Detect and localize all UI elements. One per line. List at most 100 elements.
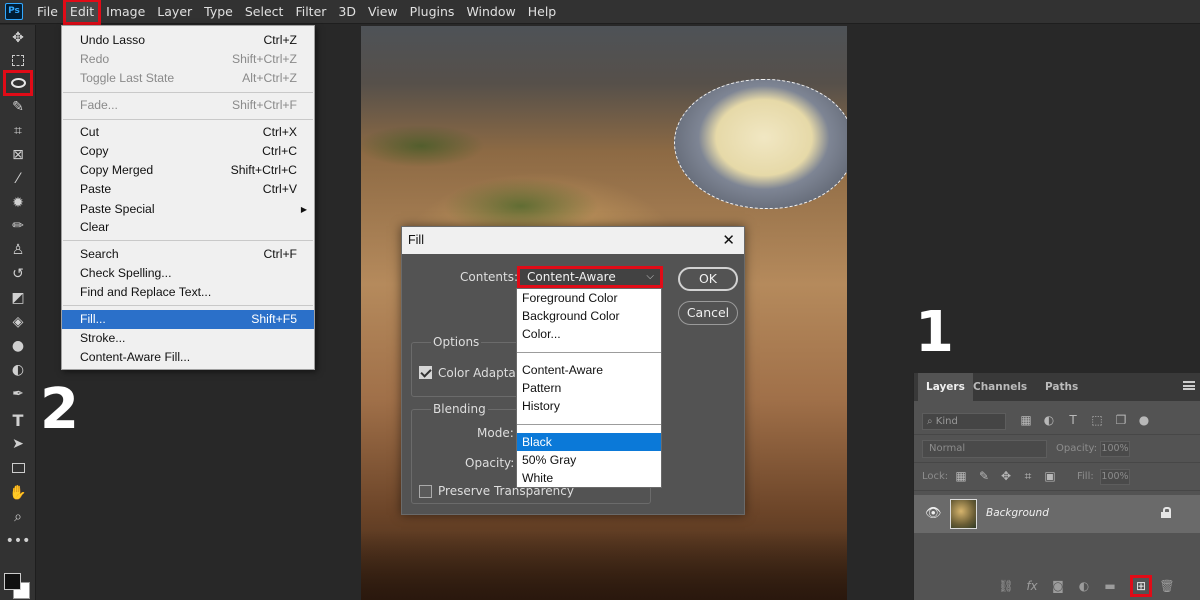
- lock-position-icon[interactable]: ✥: [998, 469, 1014, 483]
- type-filter-icon[interactable]: T: [1065, 413, 1081, 427]
- cancel-button[interactable]: Cancel: [678, 301, 738, 325]
- menu-plugins[interactable]: Plugins: [404, 0, 461, 24]
- tab-paths[interactable]: Paths: [1037, 373, 1086, 401]
- menu-item-stroke[interactable]: Stroke...: [62, 329, 314, 348]
- eye-icon[interactable]: 👁: [925, 506, 942, 521]
- menu-item-fill[interactable]: Fill... Shift+F5: [62, 310, 314, 329]
- menu-item-copy[interactable]: Copy Ctrl+C: [62, 142, 314, 161]
- menu-item-cut[interactable]: Cut Ctrl+X: [62, 123, 314, 142]
- menu-item-content-aware-fill[interactable]: Content-Aware Fill...: [62, 348, 314, 367]
- close-icon[interactable]: ✕: [722, 227, 735, 254]
- quick-select-icon[interactable]: ✎: [5, 96, 31, 118]
- photoshop-logo-icon: Ps: [5, 3, 23, 20]
- color-adaptation-checkbox[interactable]: [419, 366, 432, 379]
- ok-button[interactable]: OK: [678, 267, 738, 291]
- option-white[interactable]: White: [517, 469, 661, 487]
- chevron-down-icon: ⌵: [646, 271, 654, 282]
- option-50-gray[interactable]: 50% Gray: [517, 451, 661, 469]
- opacity-label: Opacity:: [1056, 443, 1098, 454]
- fx-icon[interactable]: fx: [1023, 577, 1041, 595]
- hand-icon[interactable]: ✋: [5, 482, 31, 504]
- move-icon[interactable]: ✥: [5, 27, 31, 49]
- menu-item-paste[interactable]: Paste Ctrl+V: [62, 180, 314, 199]
- more-icon[interactable]: •••: [5, 530, 31, 552]
- option-history[interactable]: History: [517, 397, 661, 415]
- menu-item-find-replace[interactable]: Find and Replace Text...: [62, 283, 314, 302]
- tab-channels[interactable]: Channels: [965, 373, 1035, 401]
- lock-image-icon[interactable]: ✎: [976, 469, 992, 483]
- trash-icon[interactable]: 🗑: [1158, 577, 1176, 595]
- menu-item-undo-lasso[interactable]: Undo Lasso Ctrl+Z: [62, 31, 314, 50]
- menu-item-paste-special[interactable]: Paste Special ▶: [62, 200, 314, 219]
- layer-filter-row: ⌕ Kind ▦ ◐ T ⬚ ❐ ●: [914, 407, 1200, 435]
- layers-bottom-bar: ⛓ fx ◙ ◐ ▬ ⊞ 🗑: [914, 572, 1200, 600]
- group-folder-icon[interactable]: ▬: [1101, 577, 1119, 595]
- frame-icon[interactable]: ⊠: [5, 144, 31, 166]
- adjustment-icon[interactable]: ◐: [1075, 577, 1093, 595]
- type-icon[interactable]: T: [5, 409, 31, 431]
- shape-filter-icon[interactable]: ⬚: [1089, 413, 1105, 427]
- eyedropper-icon[interactable]: ⁄: [5, 168, 31, 190]
- menu-type[interactable]: Type: [198, 0, 239, 24]
- lock-pixels-icon[interactable]: ▦: [953, 469, 969, 483]
- contents-select[interactable]: Content-Aware ⌵: [517, 266, 663, 288]
- new-layer-icon[interactable]: ⊞: [1130, 575, 1152, 597]
- contents-dropdown-list: Foreground Color Background Color Color.…: [516, 288, 662, 488]
- preserve-transparency-checkbox[interactable]: [419, 485, 432, 498]
- smart-object-filter-icon[interactable]: ❐: [1113, 413, 1129, 427]
- eraser-icon[interactable]: ◩: [5, 287, 31, 309]
- menu-window[interactable]: Window: [460, 0, 521, 24]
- menu-file[interactable]: File: [31, 0, 64, 24]
- menu-view[interactable]: View: [362, 0, 404, 24]
- blur-icon[interactable]: ●: [5, 335, 31, 357]
- paint-bucket-icon[interactable]: ◈: [5, 311, 31, 333]
- rectangle-icon[interactable]: [5, 457, 31, 479]
- path-select-icon[interactable]: ➤: [5, 433, 31, 455]
- option-content-aware[interactable]: Content-Aware: [517, 361, 661, 379]
- lock-all-icon[interactable]: ▣: [1042, 469, 1058, 483]
- option-black[interactable]: Black: [517, 433, 661, 451]
- fill-value[interactable]: 100%: [1100, 469, 1130, 485]
- dialog-title-bar[interactable]: Fill ✕: [402, 227, 744, 254]
- menu-3d[interactable]: 3D: [332, 0, 362, 24]
- blend-mode-select[interactable]: Normal: [922, 440, 1047, 458]
- menu-item-clear[interactable]: Clear: [62, 218, 314, 237]
- menu-item-copy-merged[interactable]: Copy Merged Shift+Ctrl+C: [62, 161, 314, 180]
- opacity-value[interactable]: 100%: [1100, 441, 1130, 457]
- foreground-color-swatch[interactable]: [4, 573, 21, 590]
- adjustment-filter-icon[interactable]: ◐: [1041, 413, 1057, 427]
- panel-menu-icon[interactable]: [1183, 381, 1195, 390]
- option-foreground-color[interactable]: Foreground Color: [517, 289, 661, 307]
- lock-artboard-icon[interactable]: ⌗: [1020, 469, 1036, 484]
- menu-edit[interactable]: Edit: [62, 0, 102, 25]
- dodge-icon[interactable]: ◐: [5, 359, 31, 381]
- menu-select[interactable]: Select: [239, 0, 290, 24]
- brush-icon[interactable]: ✏: [5, 215, 31, 237]
- spot-heal-icon[interactable]: ✹: [5, 192, 31, 214]
- menu-item-check-spelling[interactable]: Check Spelling...: [62, 264, 314, 283]
- link-icon[interactable]: ⛓: [997, 577, 1015, 595]
- menu-layer[interactable]: Layer: [151, 0, 198, 24]
- option-pattern[interactable]: Pattern: [517, 379, 661, 397]
- crop-icon[interactable]: ⌗: [5, 120, 31, 142]
- pixel-filter-icon[interactable]: ▦: [1018, 413, 1034, 427]
- option-background-color[interactable]: Background Color: [517, 307, 661, 325]
- menu-help[interactable]: Help: [522, 0, 563, 24]
- menu-filter[interactable]: Filter: [289, 0, 332, 24]
- layer-row-background[interactable]: 👁 Background: [914, 495, 1200, 533]
- mask-icon[interactable]: ◙: [1049, 577, 1067, 595]
- clone-stamp-icon[interactable]: ♙: [5, 239, 31, 261]
- filter-toggle-icon[interactable]: ●: [1136, 413, 1152, 427]
- color-swatches[interactable]: [4, 573, 30, 599]
- contents-label: Contents:: [460, 270, 519, 284]
- history-brush-icon[interactable]: ↺: [5, 263, 31, 285]
- lasso-icon[interactable]: [3, 70, 33, 96]
- kind-filter-select[interactable]: ⌕ Kind: [922, 413, 1006, 430]
- tools-panel: ✥ ✎ ⌗ ⊠ ⁄ ✹ ✏ ♙ ↺ ◩ ◈ ● ◐ ✒ T ➤ ✋ ⌕ •••: [0, 25, 36, 600]
- menu-image[interactable]: Image: [100, 0, 151, 24]
- zoom-icon[interactable]: ⌕: [5, 506, 31, 528]
- option-color[interactable]: Color...: [517, 325, 661, 343]
- pen-icon[interactable]: ✒: [5, 383, 31, 405]
- menu-item-search[interactable]: Search Ctrl+F: [62, 245, 314, 264]
- marquee-icon[interactable]: [5, 49, 31, 71]
